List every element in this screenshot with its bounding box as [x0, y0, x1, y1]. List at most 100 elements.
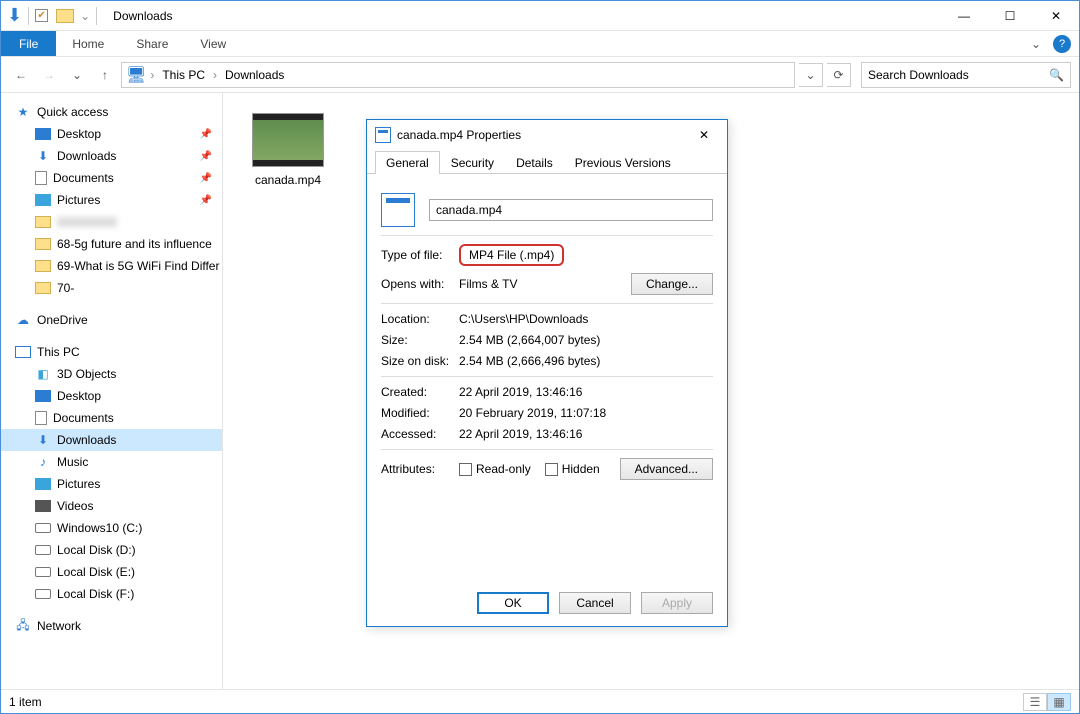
sidebar-item-drive-d[interactable]: Local Disk (D:): [1, 539, 222, 561]
accessed-label: Accessed:: [381, 427, 459, 441]
window-title: Downloads: [113, 9, 172, 23]
forward-button: →: [37, 63, 61, 87]
sidebar-item-drive-c[interactable]: Windows10 (C:): [1, 517, 222, 539]
ok-button[interactable]: OK: [477, 592, 549, 614]
folder-icon: [35, 216, 51, 228]
ribbon: File Home Share View ⌄ ?: [1, 31, 1079, 57]
advanced-button[interactable]: Advanced...: [620, 458, 713, 480]
qat-dropdown-icon[interactable]: ⌄: [80, 9, 90, 23]
sidebar-item-folder[interactable]: 69-What is 5G WiFi Find Differ: [1, 255, 222, 277]
cube-icon: ◧: [35, 366, 51, 382]
tab-view[interactable]: View: [184, 31, 242, 56]
hidden-checkbox[interactable]: Hidden: [545, 462, 600, 476]
recent-locations-button[interactable]: ⌄: [65, 63, 89, 87]
sidebar-item-documents[interactable]: Documents📌: [1, 167, 222, 189]
collapse-ribbon-icon[interactable]: ⌄: [1023, 31, 1049, 56]
sidebar-item-downloads2[interactable]: ⬇Downloads: [1, 429, 222, 451]
video-thumbnail-icon: [252, 113, 324, 167]
sidebar-item-folder[interactable]: 68-5g future and its influence: [1, 233, 222, 255]
sidebar-item-downloads[interactable]: ⬇Downloads📌: [1, 145, 222, 167]
sidebar-item-pictures[interactable]: Pictures📌: [1, 189, 222, 211]
sidebar-item-network[interactable]: 🖧Network: [1, 615, 222, 637]
sidebar-item-folder[interactable]: [1, 211, 222, 233]
tab-general[interactable]: General: [375, 151, 440, 174]
music-icon: ♪: [35, 454, 51, 470]
file-item[interactable]: canada.mp4: [243, 113, 333, 187]
filename-input[interactable]: canada.mp4: [429, 199, 713, 221]
sidebar-item-videos[interactable]: Videos: [1, 495, 222, 517]
breadcrumb-downloads[interactable]: Downloads: [221, 68, 288, 82]
status-bar: 1 item ☰ ▦: [1, 689, 1079, 713]
sidebar-item-drive-f[interactable]: Local Disk (F:): [1, 583, 222, 605]
downloads-icon: ⬇: [35, 432, 51, 448]
folder-icon: [35, 282, 51, 294]
pictures-icon: [35, 194, 51, 206]
refresh-button[interactable]: ⟳: [827, 63, 851, 87]
back-button[interactable]: ←: [9, 63, 33, 87]
tab-security[interactable]: Security: [440, 151, 505, 174]
drive-icon: [35, 523, 51, 533]
drive-icon: [35, 567, 51, 577]
sidebar-item-onedrive[interactable]: ☁OneDrive: [1, 309, 222, 331]
icons-view-button[interactable]: ▦: [1047, 693, 1071, 711]
tab-previous-versions[interactable]: Previous Versions: [564, 151, 682, 174]
chevron-right-icon[interactable]: ›: [148, 68, 156, 82]
sidebar-item-drive-e[interactable]: Local Disk (E:): [1, 561, 222, 583]
sidebar-item-desktop[interactable]: Desktop📌: [1, 123, 222, 145]
maximize-button[interactable]: ☐: [987, 1, 1033, 31]
checkbox-icon: [459, 463, 472, 476]
dialog-title-bar[interactable]: canada.mp4 Properties ✕: [367, 120, 727, 150]
sidebar-item-3dobjects[interactable]: ◧3D Objects: [1, 363, 222, 385]
title-bar: ⬇ ✔ ⌄ Downloads — ☐ ✕: [1, 1, 1079, 31]
documents-icon: [35, 171, 47, 185]
help-icon[interactable]: ?: [1053, 35, 1071, 53]
dialog-close-button[interactable]: ✕: [689, 124, 719, 146]
details-view-button[interactable]: ☰: [1023, 693, 1047, 711]
documents-icon: [35, 411, 47, 425]
minimize-button[interactable]: —: [941, 1, 987, 31]
location-label: Location:: [381, 312, 459, 326]
drive-icon: [35, 545, 51, 555]
pin-icon: 📌: [200, 129, 212, 140]
breadcrumb-thispc[interactable]: This PC: [158, 68, 209, 82]
tab-share[interactable]: Share: [120, 31, 184, 56]
dialog-tabs: General Security Details Previous Versio…: [367, 150, 727, 174]
address-bar[interactable]: 🖥 › This PC › Downloads: [121, 62, 795, 88]
properties-quick-icon[interactable]: ✔: [35, 9, 48, 22]
chevron-right-icon[interactable]: ›: [211, 68, 219, 82]
search-box[interactable]: Search Downloads 🔍: [861, 62, 1071, 88]
attributes-label: Attributes:: [381, 462, 459, 476]
sidebar-item-desktop2[interactable]: Desktop: [1, 385, 222, 407]
search-placeholder: Search Downloads: [868, 68, 969, 82]
type-value-highlight: MP4 File (.mp4): [459, 244, 564, 266]
folder-quick-icon[interactable]: [56, 9, 74, 23]
size-on-disk-value: 2.54 MB (2,666,496 bytes): [459, 354, 600, 368]
sidebar-item-documents2[interactable]: Documents: [1, 407, 222, 429]
sidebar-item-folder[interactable]: 70-: [1, 277, 222, 299]
created-label: Created:: [381, 385, 459, 399]
cancel-button[interactable]: Cancel: [559, 592, 631, 614]
down-arrow-icon[interactable]: ⬇: [7, 5, 22, 26]
cloud-icon: ☁: [15, 312, 31, 328]
tab-home[interactable]: Home: [56, 31, 120, 56]
network-icon: 🖧: [15, 618, 31, 634]
pc-icon: 🖥: [126, 65, 146, 85]
sidebar-item-thispc[interactable]: This PC: [1, 341, 222, 363]
properties-dialog: canada.mp4 Properties ✕ General Security…: [366, 119, 728, 627]
sidebar-item-music[interactable]: ♪Music: [1, 451, 222, 473]
modified-value: 20 February 2019, 11:07:18: [459, 406, 606, 420]
sidebar-item-pictures2[interactable]: Pictures: [1, 473, 222, 495]
close-button[interactable]: ✕: [1033, 1, 1079, 31]
change-button[interactable]: Change...: [631, 273, 713, 295]
address-dropdown-button[interactable]: ⌄: [799, 63, 823, 87]
pictures-icon: [35, 478, 51, 490]
quick-access-header[interactable]: ★Quick access: [1, 101, 222, 123]
readonly-checkbox[interactable]: Read-only: [459, 462, 531, 476]
size-value: 2.54 MB (2,664,007 bytes): [459, 333, 600, 347]
folder-icon: [35, 260, 51, 272]
up-button[interactable]: ↑: [93, 63, 117, 87]
opens-with-label: Opens with:: [381, 277, 459, 291]
tab-details[interactable]: Details: [505, 151, 564, 174]
file-tab[interactable]: File: [1, 31, 56, 56]
status-text: 1 item: [9, 695, 42, 709]
